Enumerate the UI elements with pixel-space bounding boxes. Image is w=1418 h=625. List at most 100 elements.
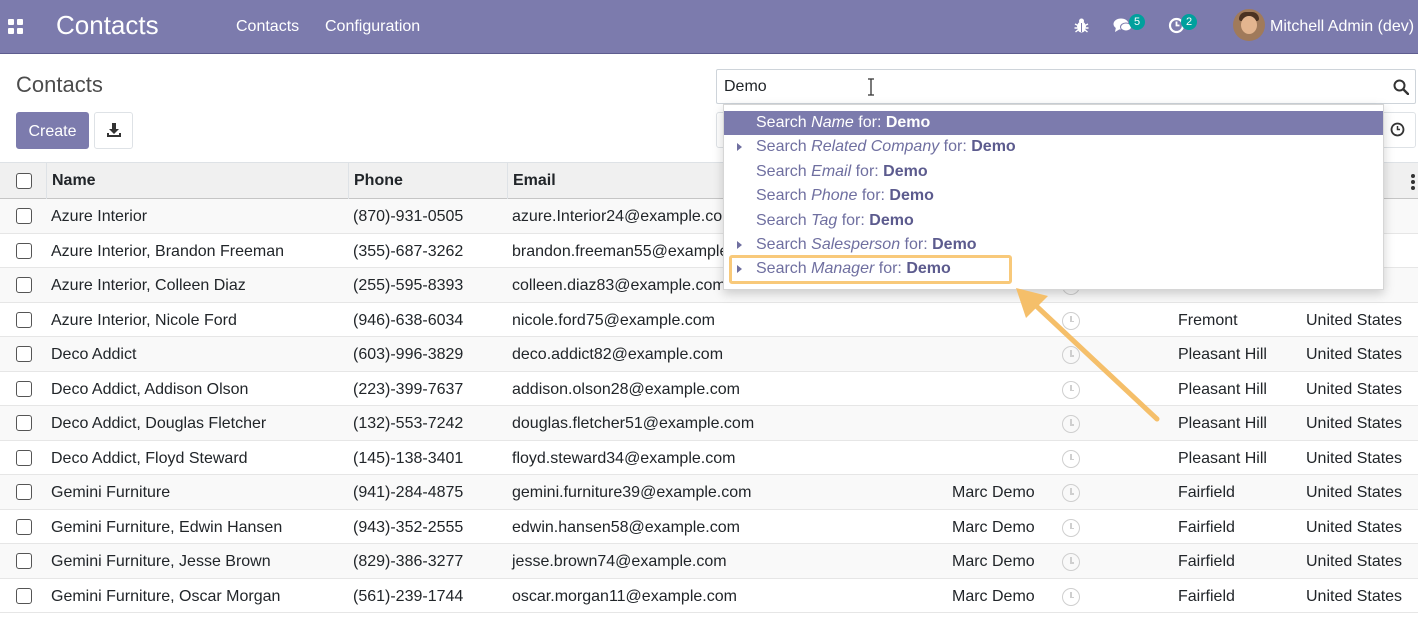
row-checkbox[interactable] <box>16 311 32 328</box>
search-input[interactable]: Demo <box>716 69 1416 104</box>
apps-menu-icon[interactable] <box>8 19 23 34</box>
cell-salesperson: Marc Demo <box>952 553 1035 570</box>
create-button[interactable]: Create <box>16 112 89 149</box>
cell-name: Deco Addict, Floyd Steward <box>51 449 248 467</box>
optional-columns-icon[interactable] <box>1411 174 1415 192</box>
row-checkbox[interactable] <box>16 415 32 431</box>
row-checkbox[interactable] <box>16 484 32 500</box>
row-checkbox[interactable] <box>16 346 32 362</box>
cell-city: Pleasant Hill <box>1178 346 1267 363</box>
highlight-annotation-box <box>729 255 1012 284</box>
activity-clock-icon[interactable] <box>1062 346 1080 364</box>
row-checkbox[interactable] <box>16 380 32 397</box>
cell-email: deco.addict82@example.com <box>512 346 724 363</box>
cell-phone: (355)-687-3262 <box>353 242 464 260</box>
cell-name: Azure Interior, Brandon Freeman <box>51 242 285 260</box>
activity-clock-icon[interactable] <box>1062 518 1080 537</box>
search-suggestion-tag[interactable]: Search Tag for: Demo <box>724 209 1383 233</box>
search-suggestion-phone[interactable]: Search Phone for: Demo <box>724 184 1383 208</box>
activity-clock-icon[interactable] <box>1062 587 1080 606</box>
menu-contacts[interactable]: Contacts <box>236 18 299 36</box>
activity-clock-icon[interactable] <box>1062 380 1080 399</box>
cell-phone: (255)-595-8393 <box>353 277 464 294</box>
row-checkbox[interactable] <box>16 449 32 466</box>
row-checkbox[interactable] <box>16 587 32 604</box>
text-cursor-icon <box>868 78 874 96</box>
cell-phone: (870)-931-0505 <box>353 208 464 225</box>
cell-salesperson: Marc Demo <box>952 518 1035 536</box>
cell-phone: (561)-239-1744 <box>353 587 464 605</box>
menu-configuration[interactable]: Configuration <box>325 18 420 36</box>
search-suggestion-name[interactable]: Search Name for: Demo <box>724 111 1383 135</box>
cell-country: United States <box>1306 553 1403 570</box>
debug-bug-icon[interactable] <box>1073 17 1090 39</box>
cell-name: Azure Interior <box>51 208 148 225</box>
download-icon <box>107 123 121 137</box>
cell-email: floyd.steward34@example.com <box>512 449 736 467</box>
cell-email: edwin.hansen58@example.com <box>512 518 740 536</box>
table-row[interactable]: Deco Addict, Douglas Fletcher (132)-553-7… <box>0 406 1418 441</box>
cell-city: Fremont <box>1178 311 1238 329</box>
cell-country: United States <box>1306 587 1403 605</box>
search-suggestion-salesperson[interactable]: Search Salesperson for: Demo <box>724 233 1383 257</box>
column-header-name[interactable]: Name <box>52 172 96 190</box>
cell-name: Gemini Furniture, Oscar Morgan <box>51 587 281 605</box>
cell-email: addison.olson28@example.com <box>512 380 740 398</box>
table-row[interactable]: Azure Interior, Nicole Ford (946)-638-603… <box>0 303 1418 337</box>
select-all-checkbox[interactable] <box>16 173 32 189</box>
cell-name: Gemini Furniture, Jesse Brown <box>51 553 271 570</box>
table-row[interactable]: Gemini Furniture, Edwin Hansen (943)-352-… <box>0 510 1418 544</box>
cell-country: United States <box>1306 380 1403 398</box>
clock-icon <box>1390 122 1405 137</box>
cell-country: United States <box>1306 415 1403 432</box>
activity-clock-icon[interactable] <box>1062 449 1080 468</box>
cell-email: nicole.ford75@example.com <box>512 311 716 329</box>
row-checkbox[interactable] <box>16 242 32 259</box>
cell-salesperson: Marc Demo <box>952 587 1035 605</box>
row-checkbox[interactable] <box>16 208 32 224</box>
cell-city: Fairfield <box>1178 587 1235 605</box>
column-header-phone[interactable]: Phone <box>354 172 403 190</box>
cell-country: United States <box>1306 484 1403 501</box>
expand-caret-icon[interactable] <box>737 143 742 152</box>
user-menu[interactable]: Mitchell Admin (dev) <box>1270 18 1414 36</box>
table-row[interactable]: Gemini Furniture (941)-284-4875 gemini.fur… <box>0 475 1418 510</box>
table-row[interactable]: Gemini Furniture, Jesse Brown (829)-386-3… <box>0 544 1418 579</box>
cell-name: Gemini Furniture, Edwin Hansen <box>51 518 283 536</box>
table-row[interactable]: Gemini Furniture, Oscar Morgan (561)-239-… <box>0 579 1418 613</box>
row-checkbox[interactable] <box>16 277 32 293</box>
search-suggestion-related-company[interactable]: Search Related Company for: Demo <box>724 135 1383 159</box>
messages-count-badge: 5 <box>1129 14 1146 30</box>
search-icon[interactable] <box>1393 79 1409 95</box>
cell-email: azure.Interior24@example.com <box>512 208 736 225</box>
cell-country: United States <box>1306 518 1403 536</box>
cell-phone: (946)-638-6034 <box>353 311 464 329</box>
cell-email: colleen.diaz83@example.com <box>512 277 726 294</box>
cell-country: United States <box>1306 346 1403 363</box>
row-checkbox[interactable] <box>16 518 32 535</box>
activity-clock-icon[interactable] <box>1062 484 1080 502</box>
activity-clock-icon[interactable] <box>1062 415 1080 433</box>
cell-city: Fairfield <box>1178 484 1235 501</box>
search-suggestion-email[interactable]: Search Email for: Demo <box>724 160 1383 184</box>
app-title: Contacts <box>56 10 159 40</box>
table-row[interactable]: Deco Addict (603)-996-3829 deco.addict82@e… <box>0 337 1418 372</box>
cell-name: Azure Interior, Nicole Ford <box>51 311 237 329</box>
cell-name: Gemini Furniture <box>51 484 171 501</box>
user-avatar[interactable] <box>1233 9 1265 41</box>
column-header-email[interactable]: Email <box>513 172 556 190</box>
cell-city: Pleasant Hill <box>1178 380 1267 398</box>
activity-view-button[interactable] <box>1382 113 1416 147</box>
cell-email: gemini.furniture39@example.com <box>512 484 752 501</box>
top-navbar: Contacts Contacts Configuration 5 2 Mitc… <box>0 0 1418 54</box>
table-row[interactable]: Deco Addict, Addison Olson (223)-399-7637… <box>0 372 1418 406</box>
activity-clock-icon[interactable] <box>1062 311 1080 330</box>
cell-phone: (603)-996-3829 <box>353 346 464 363</box>
cell-country: United States <box>1306 311 1403 329</box>
cell-city: Pleasant Hill <box>1178 415 1267 432</box>
activity-clock-icon[interactable] <box>1062 553 1080 571</box>
expand-caret-icon[interactable] <box>737 241 742 249</box>
table-row[interactable]: Deco Addict, Floyd Steward (145)-138-3401… <box>0 441 1418 475</box>
row-checkbox[interactable] <box>16 553 32 569</box>
export-button[interactable] <box>94 112 133 149</box>
